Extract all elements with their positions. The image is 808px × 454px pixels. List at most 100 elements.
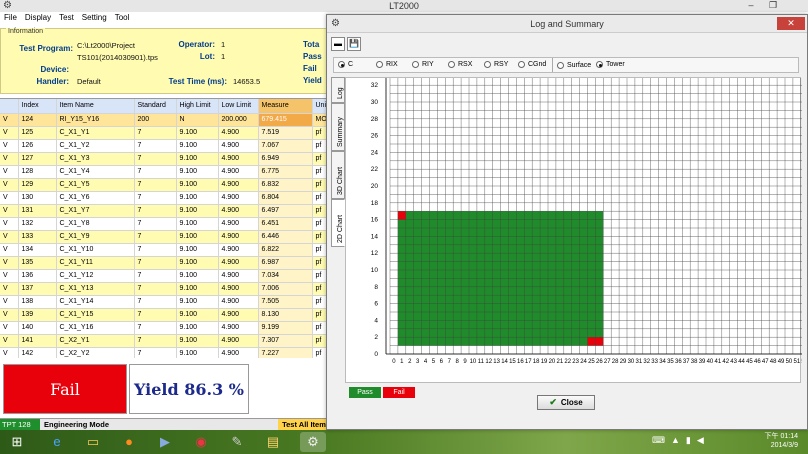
clock[interactable]: 下午 01:14 2014/3/9 <box>765 432 798 450</box>
app-gear-icon[interactable]: ⚙ <box>3 1 13 11</box>
system-tray-icons[interactable]: ⌨▲▮◀ <box>652 435 710 446</box>
cell-index: 142 <box>18 347 57 358</box>
col-header-index[interactable]: Index <box>18 99 57 114</box>
table-row[interactable]: V124RI_Y15_Y16200N200.000679.415MOhm <box>0 113 330 127</box>
internet-explorer-icon[interactable]: e <box>44 432 70 452</box>
col-header-measure[interactable]: Measure <box>258 99 313 114</box>
cell-item-name: C_X1_Y13 <box>56 282 135 296</box>
x-tick-label: 46 <box>754 359 761 365</box>
table-row[interactable]: V 138 C_X1_Y14 7 9.100 4.900 7.505 pf <box>0 295 330 309</box>
table-row[interactable]: V 135 C_X1_Y11 7 9.100 4.900 6.987 pf <box>0 256 330 270</box>
radio-surface[interactable]: Surface <box>552 58 591 72</box>
cell-item-name: C_X1_Y7 <box>56 204 135 218</box>
table-row[interactable]: V 130 C_X1_Y6 7 9.100 4.900 6.804 pf <box>0 191 330 205</box>
table-row[interactable]: V 131 C_X1_Y7 7 9.100 4.900 6.497 pf <box>0 204 330 218</box>
save-icon[interactable]: 💾 <box>347 37 361 51</box>
firefox-icon[interactable]: ● <box>116 432 142 452</box>
cell-high-limit: 9.100 <box>176 321 219 335</box>
table-row[interactable]: V 132 C_X1_Y8 7 9.100 4.900 6.451 pf <box>0 217 330 231</box>
col-header-item-name[interactable]: Item Name <box>56 99 135 114</box>
col-header-standard[interactable]: Standard <box>134 99 177 114</box>
2d-chart[interactable]: 0 1 2 3 4 5 6 7 8 9 10 11 12 13 14 15 16 17 18 19 20 21 22 23 24… <box>346 78 802 384</box>
cell-item-name: C_X1_Y10 <box>56 243 135 257</box>
x-tick-label: 40 <box>707 359 714 365</box>
cell-flag: V <box>0 334 19 348</box>
radio-c[interactable]: C <box>338 61 353 68</box>
table-row[interactable]: V 127 C_X1_Y3 7 9.100 4.900 6.949 pf <box>0 152 330 166</box>
cell-low-limit: 4.900 <box>218 347 259 358</box>
x-tick-label: 49 <box>778 359 785 365</box>
menu-tool[interactable]: Tool <box>115 12 130 24</box>
menu-display[interactable]: Display <box>25 12 51 24</box>
cell-item-name: C_X1_Y12 <box>56 269 135 283</box>
radio-rix[interactable]: RIX <box>376 61 398 68</box>
cell-standard: 7 <box>134 204 177 218</box>
tab-log[interactable]: Log <box>331 77 345 103</box>
table-row[interactable]: V 125 C_X1_Y1 7 9.100 4.900 7.519 pf <box>0 126 330 140</box>
test-program-line2: TS101(2014030901).tps <box>77 53 158 62</box>
radio-riy[interactable]: RIY <box>412 61 434 68</box>
table-row[interactable]: V 133 C_X1_Y9 7 9.100 4.900 6.446 pf <box>0 230 330 244</box>
print-icon[interactable]: ▬ <box>331 37 345 51</box>
cell-high-limit: 9.100 <box>176 269 219 283</box>
media-player-icon[interactable]: ▶ <box>152 432 178 452</box>
menu-test[interactable]: Test <box>59 12 74 24</box>
x-tick-label: 19 <box>541 359 548 365</box>
lot-label: Lot: <box>199 52 215 61</box>
table-row[interactable]: V 141 C_X2_Y1 7 9.100 4.900 7.307 pf <box>0 334 330 348</box>
folder-icon[interactable]: ▤ <box>260 432 286 452</box>
table-row[interactable]: V 126 C_X1_Y2 7 9.100 4.900 7.067 pf <box>0 139 330 153</box>
table-row[interactable]: V 142 C_X2_Y2 7 9.100 4.900 7.227 pf <box>0 347 330 358</box>
radio-cgnd[interactable]: CGnd <box>518 61 546 68</box>
x-tick-label: 29 <box>620 359 627 365</box>
table-row[interactable]: V 134 C_X1_Y10 7 9.100 4.900 6.822 pf <box>0 243 330 257</box>
lt2000-taskbar-gear-icon[interactable]: ⚙ <box>300 432 326 452</box>
cell-high-limit: 9.100 <box>176 204 219 218</box>
table-row[interactable]: V 140 C_X1_Y16 7 9.100 4.900 9.199 pf <box>0 321 330 335</box>
table-row[interactable]: V 136 C_X1_Y12 7 9.100 4.900 7.034 pf <box>0 269 330 283</box>
tab-2d-chart[interactable]: 2D Chart <box>331 199 345 247</box>
cell-measure: 6.451 <box>258 217 313 231</box>
table-row[interactable]: V 137 C_X1_Y13 7 9.100 4.900 7.006 pf <box>0 282 330 296</box>
cell-low-limit: 4.900 <box>218 230 259 244</box>
menu-setting[interactable]: Setting <box>82 12 107 24</box>
maximize-icon[interactable]: ❐ <box>762 0 784 11</box>
table-row[interactable]: V 128 C_X1_Y4 7 9.100 4.900 6.775 pf <box>0 165 330 179</box>
dialog-title-bar[interactable]: Log and Summary ⚙ ✕ <box>327 15 807 33</box>
menu-file[interactable]: File <box>4 12 17 24</box>
table-row[interactable]: V 129 C_X1_Y5 7 9.100 4.900 6.832 pf <box>0 178 330 192</box>
cell-standard: 7 <box>134 295 177 309</box>
y-tick-label: 26 <box>371 133 379 140</box>
dialog-close-icon[interactable]: ✕ <box>777 17 805 30</box>
col-header-low-limit[interactable]: Low Limit <box>218 99 259 114</box>
radio-rsy[interactable]: RSY <box>484 61 508 68</box>
minimize-icon[interactable]: – <box>740 0 762 11</box>
cell-high-limit: 9.100 <box>176 217 219 231</box>
cell-measure: 7.519 <box>258 126 313 140</box>
measurement-table[interactable]: Index Item Name Standard High Limit Low … <box>0 98 330 358</box>
col-header-high-limit[interactable]: High Limit <box>176 99 219 114</box>
cell-index: 140 <box>18 321 57 335</box>
operator-value: 1 <box>221 40 226 49</box>
cell-index: 138 <box>18 295 57 309</box>
cell-measure: 9.199 <box>258 321 313 335</box>
close-button[interactable]: ✔ Close <box>537 395 595 410</box>
x-tick-label: 20 <box>549 359 556 365</box>
table-row[interactable]: V 139 C_X1_Y15 7 9.100 4.900 8.130 pf <box>0 308 330 322</box>
radio-tower[interactable]: Tower <box>596 61 625 68</box>
cell-measure: 7.307 <box>258 334 313 348</box>
tab-3d-chart[interactable]: 3D Chart <box>331 151 345 199</box>
file-explorer-icon[interactable]: ▭ <box>80 432 106 452</box>
cell-item-name: C_X1_Y8 <box>56 217 135 231</box>
cell-flag: V <box>0 217 19 231</box>
tool-icon[interactable]: ✎ <box>224 432 250 452</box>
cell-low-limit: 4.900 <box>218 165 259 179</box>
tab-summary[interactable]: Summary <box>331 103 345 151</box>
cell-standard: 7 <box>134 165 177 179</box>
cell-high-limit: 9.100 <box>176 243 219 257</box>
windows-start-icon[interactable]: ⊞ <box>4 432 30 452</box>
chrome-icon[interactable]: ◉ <box>188 432 214 452</box>
radio-rsx[interactable]: RSX <box>448 61 472 68</box>
col-header-flag[interactable] <box>0 99 19 114</box>
test-time-value: 14653.5 <box>233 77 261 86</box>
